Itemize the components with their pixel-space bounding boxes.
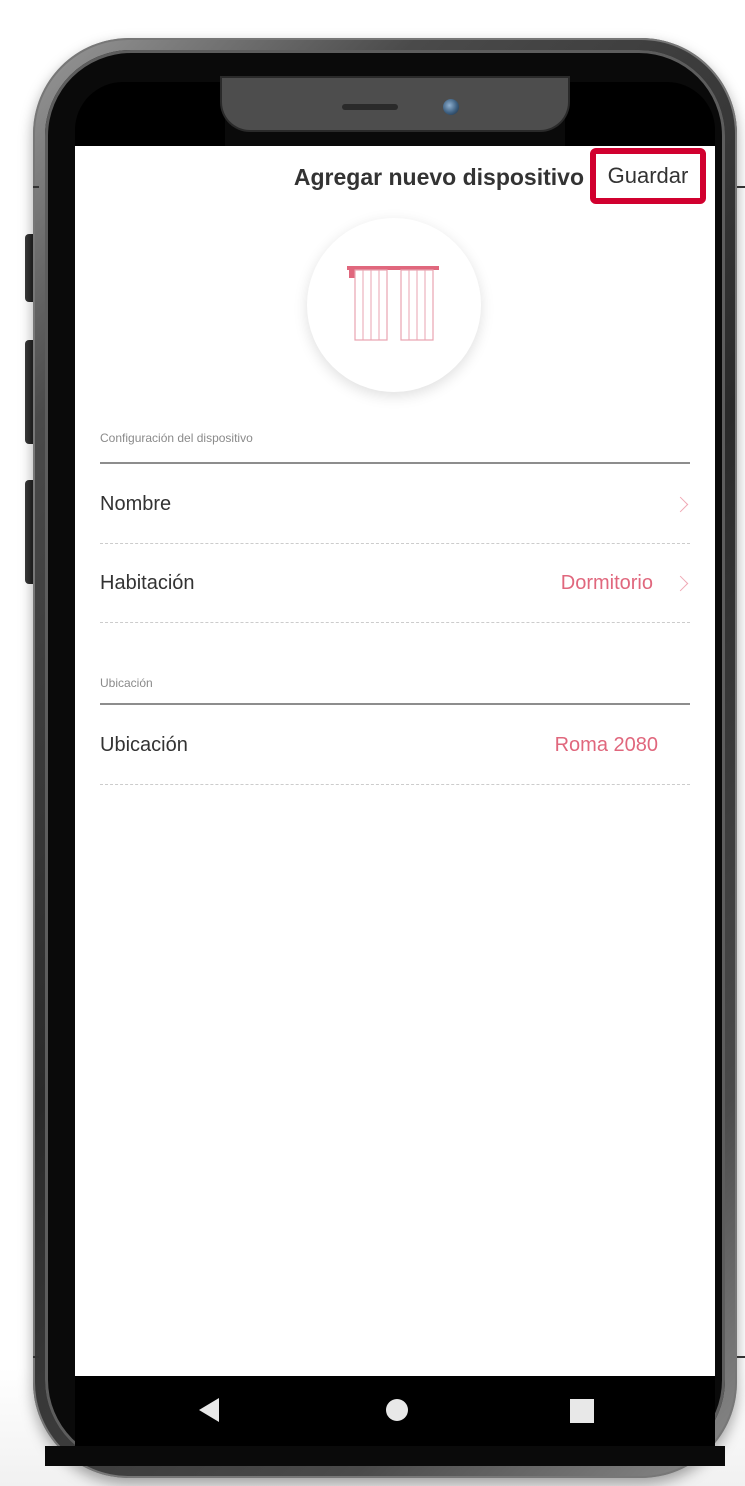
row-label: Habitación: [100, 572, 195, 594]
chevron-right-icon: [672, 496, 689, 513]
earpiece-speaker: [342, 104, 398, 110]
front-camera-icon: [443, 99, 459, 115]
section-divider: [100, 462, 690, 464]
home-icon[interactable]: [386, 1399, 408, 1421]
section-label-location: Ubicación: [100, 676, 153, 690]
row-habitacion[interactable]: Habitación Dormitorio: [100, 545, 690, 623]
chevron-right-icon: [672, 575, 689, 592]
row-nombre[interactable]: Nombre: [100, 466, 690, 544]
android-nav-bar: [75, 1376, 715, 1446]
status-area-left: [75, 82, 225, 146]
page-title: Agregar nuevo dispositivo: [75, 164, 640, 191]
row-value: Roma 2080: [554, 734, 658, 756]
frame-seam: [33, 186, 39, 188]
frame-seam: [33, 1356, 39, 1358]
section-label-config: Configuración del dispositivo: [100, 431, 253, 445]
section-divider: [100, 703, 690, 705]
frame-seam: [737, 186, 745, 188]
row-right: [653, 496, 690, 513]
back-icon[interactable]: [199, 1398, 219, 1422]
save-button-label: Guardar: [607, 163, 689, 188]
curtain-icon: [347, 266, 439, 341]
phone-chin: [45, 1446, 725, 1466]
status-area-right: [565, 82, 715, 146]
screenshot-stage: Agregar nuevo dispositivo Guardar Config…: [0, 0, 745, 1486]
row-label: Ubicación: [100, 734, 188, 756]
device-avatar[interactable]: [307, 218, 481, 392]
page-title-text: Agregar nuevo dispositivo: [293, 164, 584, 190]
recent-apps-icon[interactable]: [570, 1399, 594, 1423]
frame-seam: [737, 1356, 745, 1358]
row-label: Nombre: [100, 493, 172, 515]
row-value: Dormitorio: [560, 572, 653, 594]
row-ubicacion[interactable]: Ubicación Roma 2080: [100, 707, 690, 785]
row-right: Roma 2080: [555, 734, 658, 757]
row-right: Dormitorio: [561, 572, 690, 595]
save-button[interactable]: Guardar: [590, 148, 706, 204]
app-screen: Agregar nuevo dispositivo Guardar Config…: [75, 146, 715, 1376]
